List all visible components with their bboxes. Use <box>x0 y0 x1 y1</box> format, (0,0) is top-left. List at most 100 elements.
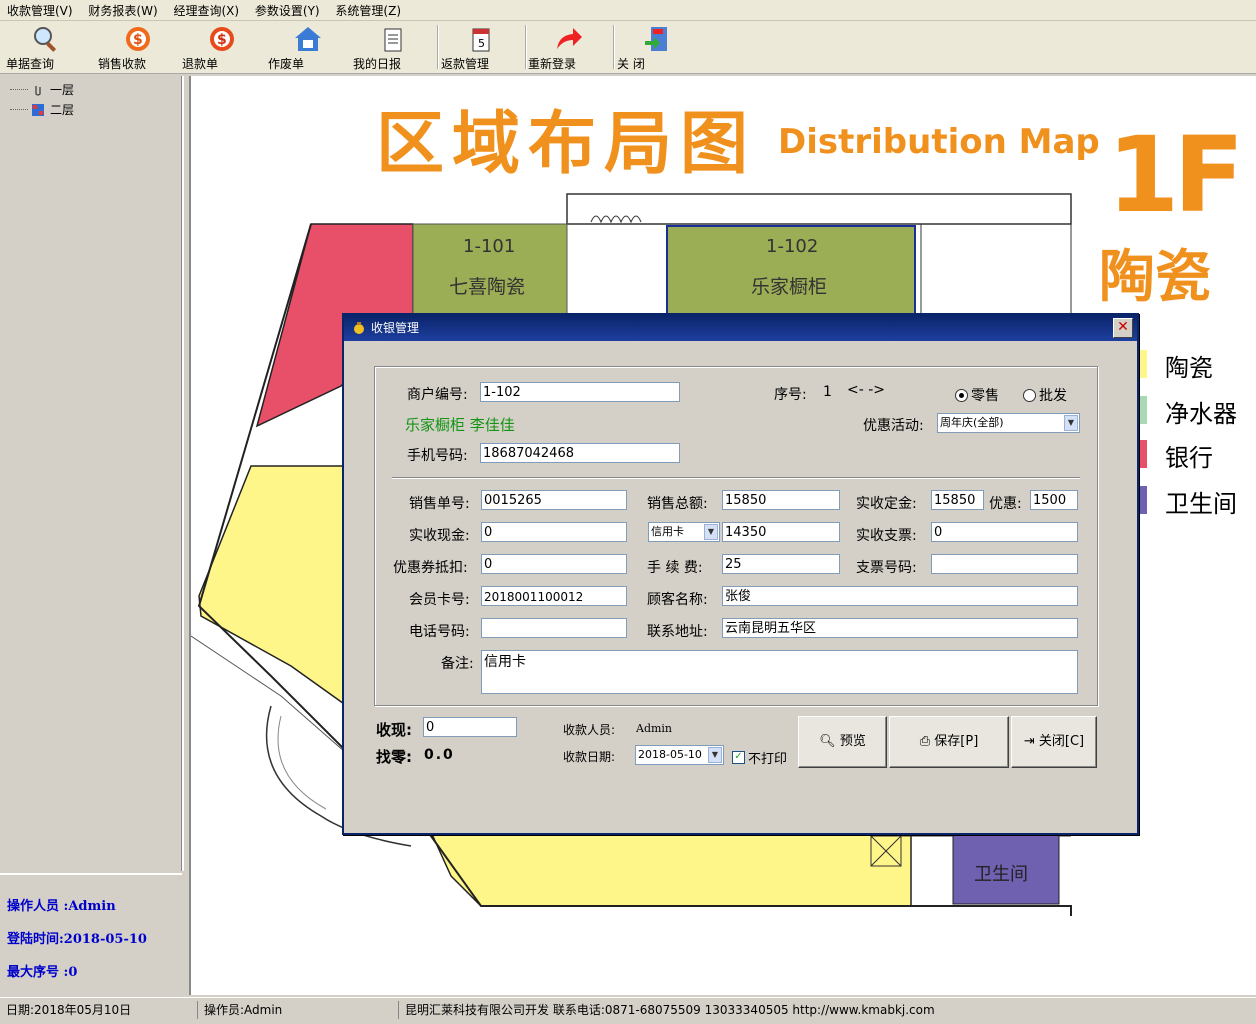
toolbar-separator <box>525 25 527 69</box>
seq-label: 序号: <box>774 387 807 403</box>
cashier-value: Admin <box>636 722 673 735</box>
tree-line <box>10 89 28 90</box>
exit-button[interactable]: 关 闭 <box>617 23 697 71</box>
receive-field[interactable]: 0 <box>423 717 517 737</box>
sale-receipt-button[interactable]: $ 销售收款 <box>98 23 178 71</box>
address-field[interactable]: 云南昆明五华区 <box>722 618 1078 638</box>
tree-item-floor2[interactable]: 二层 <box>10 101 74 118</box>
close-label: 关闭[C] <box>1038 734 1085 749</box>
cash-field[interactable]: 0 <box>481 522 627 542</box>
daily-report-label: 我的日报 <box>353 57 402 71</box>
exit-door-icon: ⇥ <box>1023 734 1035 749</box>
legend-toilet: 卫生间 <box>1165 490 1237 518</box>
toolbar: 单据查询 $ 销售收款 $ 退款单 作废单 我的日报 5 返款管理 重新登录 关… <box>0 21 1256 74</box>
menu-finance[interactable]: 财务报表(W) <box>81 0 162 19</box>
sale-no-label: 销售单号: <box>409 496 470 512</box>
deposit-label: 实收定金: <box>856 496 917 512</box>
fee-field[interactable]: 25 <box>722 554 840 574</box>
chevron-down-icon: ▼ <box>1064 415 1078 431</box>
map-title-cn: 区域布局图 <box>376 105 757 184</box>
chevron-down-icon: ▼ <box>708 747 722 763</box>
noprint-checkbox[interactable]: ✓ 不打印 <box>732 748 787 767</box>
relogin-label: 重新登录 <box>528 57 577 71</box>
rebate-label: 返款管理 <box>441 57 490 71</box>
menu-manager[interactable]: 经理查询(X) <box>166 0 244 19</box>
status-company: 昆明汇莱科技有限公司开发 联系电话:0871-68075509 13033340… <box>398 1001 1255 1019</box>
dollar-return-icon: $ <box>210 27 234 51</box>
merchant-no-field[interactable]: 1-102 <box>480 382 680 402</box>
status-bar: 日期:2018年05月10日 操作员:Admin 昆明汇莱科技有限公司开发 联系… <box>0 997 1256 1024</box>
rebate-button[interactable]: 5 返款管理 <box>441 23 521 71</box>
remark-field[interactable]: 信用卡 <box>481 650 1078 694</box>
retail-radio[interactable]: 零售 <box>955 385 999 405</box>
tree-label-floor2: 二层 <box>50 103 75 117</box>
card-amount-field[interactable]: 14350 <box>722 522 840 542</box>
seq-value: 1 <box>823 384 832 400</box>
tel-field[interactable] <box>481 618 627 638</box>
address-label: 联系地址: <box>647 624 708 640</box>
cheque-no-label: 支票号码: <box>856 560 917 576</box>
shop2-number: 1-102 <box>766 236 819 257</box>
toilet-label: 卫生间 <box>974 864 1028 885</box>
close-button[interactable]: ⇥ 关闭[C] <box>1011 716 1097 768</box>
coupon-label: 优惠券抵扣: <box>393 560 468 576</box>
sale-no-field[interactable]: 0015265 <box>481 490 627 510</box>
discount-field[interactable]: 1500 <box>1030 490 1078 510</box>
customer-label: 顾客名称: <box>647 592 708 608</box>
date-value: 2018-05-10 <box>638 748 702 761</box>
cheque-field[interactable]: 0 <box>931 522 1078 542</box>
customer-field[interactable]: 张俊 <box>722 586 1078 606</box>
toolbar-separator <box>437 25 439 69</box>
coupon-field[interactable]: 0 <box>481 554 627 574</box>
member-no-field[interactable]: 2018001100012 <box>481 586 627 606</box>
checkmark-icon: ✓ <box>732 751 745 764</box>
session-info: 操作人员 :Admin 登陆时间:2018-05-10 最大序号 :0 <box>0 873 182 997</box>
divider <box>392 477 1080 479</box>
menu-receipt[interactable]: 收款管理(V) <box>0 0 78 19</box>
tel-label: 电话号码: <box>409 624 470 640</box>
phone-field[interactable]: 18687042468 <box>480 443 680 463</box>
dialog-titlebar[interactable]: 收银管理 ✕ <box>344 315 1137 341</box>
save-label: 保存[P] <box>934 734 979 749</box>
operator-info: 操作人员 :Admin <box>7 899 116 914</box>
query-button[interactable]: 单据查询 <box>6 23 86 71</box>
menu-params[interactable]: 参数设置(Y) <box>248 0 325 19</box>
preview-button[interactable]: 🔍︎ 预览 <box>798 716 887 768</box>
daily-report-button[interactable]: 我的日报 <box>353 23 433 71</box>
menu-system[interactable]: 系统管理(Z) <box>328 0 406 19</box>
relogin-button[interactable]: 重新登录 <box>528 23 608 71</box>
record-nav[interactable]: <- -> <box>847 382 885 398</box>
merchant-no-label: 商户编号: <box>407 387 468 403</box>
void-button[interactable]: 作废单 <box>268 23 348 71</box>
cheque-no-field[interactable] <box>931 554 1078 574</box>
sale-total-field[interactable]: 15850 <box>722 490 840 510</box>
cash-label: 实收现金: <box>409 528 470 544</box>
legend-ceramics: 陶瓷 <box>1165 354 1213 382</box>
preview-label: 预览 <box>839 734 866 749</box>
refund-button[interactable]: $ 退款单 <box>182 23 262 71</box>
refund-label: 退款单 <box>182 57 219 71</box>
tree-line <box>10 109 28 110</box>
magnifier-icon <box>34 27 57 52</box>
grid-icon <box>32 103 44 116</box>
exit-label: 关 闭 <box>617 57 645 71</box>
remark-label: 备注: <box>441 656 474 672</box>
dialog-body: 商户编号: 1-102 序号: 1 <- -> 零售 批发 乐家橱柜 李佳佳 优… <box>347 344 1132 827</box>
fee-label: 手 续 费: <box>647 560 703 576</box>
date-select[interactable]: 2018-05-10 ▼ <box>635 745 724 765</box>
dialog-close-button[interactable]: ✕ <box>1113 318 1133 338</box>
status-date: 日期:2018年05月10日 <box>6 1003 132 1017</box>
sale-receipt-label: 销售收款 <box>98 57 147 71</box>
preview-icon: 🔍︎ <box>819 734 836 749</box>
query-label: 单据查询 <box>6 57 55 71</box>
save-button[interactable]: ⎙ 保存[P] <box>889 716 1009 768</box>
tree-item-floor1[interactable]: 一层 <box>10 81 74 98</box>
floor-tree: 一层 二层 <box>0 76 184 871</box>
wholesale-radio[interactable]: 批发 <box>1023 385 1067 405</box>
card-type-select[interactable]: 信用卡 ▼ <box>648 522 720 542</box>
deposit-field[interactable]: 15850 <box>931 490 984 510</box>
legend-water: 净水器 <box>1165 400 1237 428</box>
ceramics-zone-bottom <box>429 831 912 907</box>
promo-select[interactable]: 周年庆(全部) ▼ <box>937 413 1080 433</box>
card-type-value: 信用卡 <box>651 525 684 538</box>
